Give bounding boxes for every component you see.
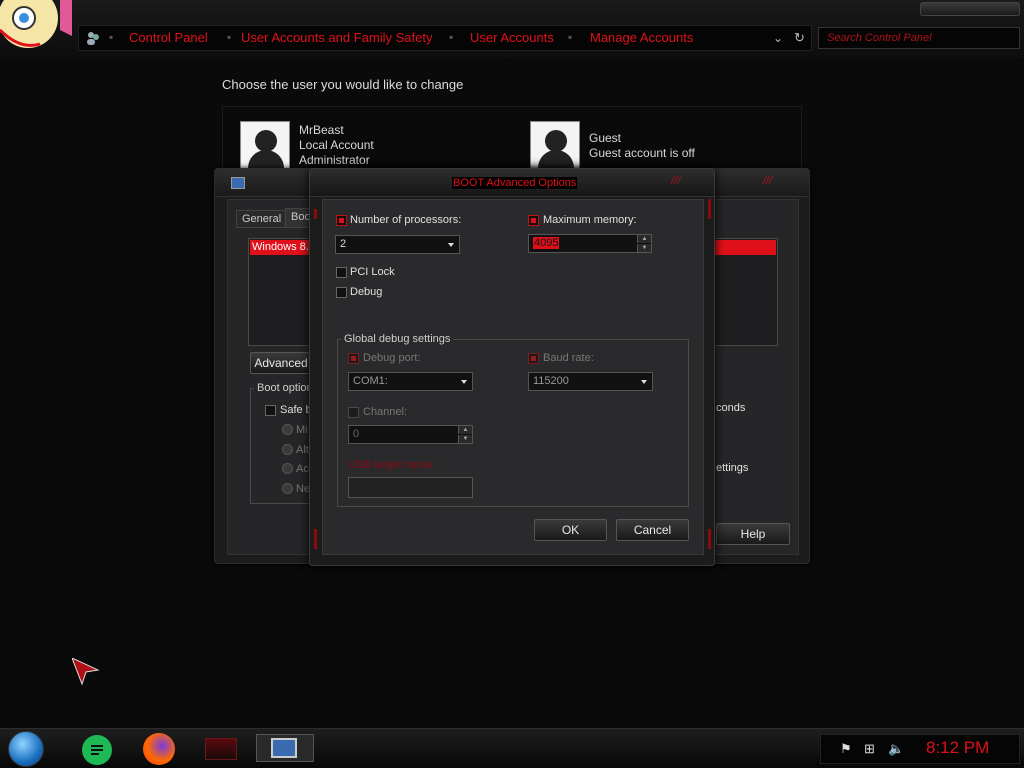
account-guest[interactable]: Guest Guest account is off [589, 131, 695, 161]
network-icon[interactable]: ⊞ [864, 741, 875, 757]
chevron-down-icon [641, 380, 647, 384]
breadcrumb-sep-icon: ▪ [109, 30, 114, 44]
help-button[interactable]: Help [716, 523, 790, 545]
chevron-down-icon[interactable]: ⌄ [773, 31, 783, 45]
channel-label: Channel: [363, 406, 408, 418]
spin-up-icon[interactable]: ▲ [637, 235, 651, 243]
breadcrumb-user-accounts[interactable]: User Accounts [470, 30, 554, 45]
cartoon-avatar-icon [0, 0, 74, 58]
radio-network-label: Ne [296, 483, 311, 495]
safe-boot-label: Safe b [280, 404, 312, 416]
mouse-cursor-icon [71, 657, 100, 689]
timeout-seconds-label: conds [716, 402, 746, 414]
radio-minimal[interactable] [282, 424, 293, 435]
breadcrumb-sep-icon: ▪ [227, 30, 232, 44]
pci-lock-checkbox[interactable] [336, 267, 347, 278]
make-settings-permanent-label: ettings [716, 462, 749, 474]
msconfig-icon [231, 177, 245, 189]
radio-minimal-label: Mi [296, 424, 308, 436]
channel-checkbox[interactable] [348, 407, 359, 418]
refresh-icon[interactable]: ↻ [794, 30, 805, 46]
baud-rate-select[interactable]: 115200 [528, 372, 653, 391]
taskbar-item-msconfig[interactable] [256, 734, 314, 762]
flag-icon[interactable]: ⚑ [840, 741, 852, 757]
number-processors-value: 2 [340, 238, 347, 250]
cancel-button[interactable]: Cancel [616, 519, 689, 541]
taskbar-clock[interactable]: 8:12 PM [926, 738, 989, 758]
global-debug-label: Global debug settings [341, 333, 454, 345]
guest-avatar-icon[interactable] [530, 121, 580, 171]
radio-alternate-label: Alt [296, 444, 309, 456]
channel-value: 0 [353, 428, 360, 440]
window-controls[interactable] [920, 2, 1020, 16]
debug-port-select[interactable]: COM1: [348, 372, 473, 391]
account-mrbeast[interactable]: MrBeast Local Account Administrator [299, 123, 374, 168]
red-app-icon[interactable] [205, 738, 237, 760]
debug-port-label: Debug port: [363, 352, 421, 364]
debug-port-checkbox[interactable] [348, 353, 359, 364]
frame-accent [708, 529, 711, 549]
dialog-titlebar: BOOT Advanced Options /// [310, 169, 714, 197]
max-memory-checkbox[interactable] [528, 215, 539, 226]
close-decor-icon[interactable]: /// [670, 175, 681, 187]
tab-general[interactable]: General [236, 210, 288, 228]
spin-down-icon[interactable]: ▼ [458, 435, 472, 443]
number-processors-label: Number of processors: [350, 214, 462, 226]
frame-accent [708, 199, 711, 219]
frame-accent [314, 209, 317, 219]
search-input[interactable]: Search Control Panel [818, 27, 1020, 49]
dialog-title: BOOT Advanced Options [452, 177, 578, 189]
max-memory-label: Maximum memory: [543, 214, 637, 226]
channel-spinner[interactable]: 0 ▲ ▼ [348, 425, 473, 444]
number-processors-select[interactable]: 2 [335, 235, 460, 254]
pci-lock-label: PCI Lock [350, 266, 395, 278]
baud-rate-checkbox[interactable] [528, 353, 539, 364]
safe-boot-checkbox[interactable] [265, 405, 276, 416]
account-name: MrBeast [299, 123, 344, 137]
account-role: Administrator [299, 153, 370, 167]
debug-checkbox[interactable] [336, 287, 347, 298]
breadcrumb-user-accounts-family[interactable]: User Accounts and Family Safety [241, 30, 432, 45]
radio-alternate[interactable] [282, 444, 293, 455]
chevron-down-icon [448, 243, 454, 247]
breadcrumb-manage-accounts[interactable]: Manage Accounts [590, 30, 693, 45]
account-status: Guest account is off [589, 146, 695, 160]
frame-accent [314, 529, 317, 549]
address-bar[interactable]: ▪ Control Panel ▪ User Accounts and Fami… [78, 25, 812, 51]
breadcrumb-sep-icon: ▪ [568, 30, 573, 44]
baud-rate-value: 115200 [533, 375, 569, 387]
users-icon [85, 30, 101, 49]
usb-target-label: USB target name: [348, 459, 436, 471]
close-decor-icon[interactable]: /// [763, 175, 772, 187]
number-processors-checkbox[interactable] [336, 215, 347, 226]
breadcrumb-control-panel[interactable]: Control Panel [129, 30, 208, 45]
max-memory-value: 4095 [533, 237, 560, 249]
start-orb-icon[interactable] [8, 731, 44, 767]
spin-up-icon[interactable]: ▲ [458, 426, 472, 434]
account-type: Local Account [299, 138, 374, 152]
volume-icon[interactable]: 🔈 [888, 741, 904, 757]
notes-app-icon[interactable] [82, 735, 112, 765]
baud-rate-label: Baud rate: [543, 352, 594, 364]
spin-down-icon[interactable]: ▼ [637, 244, 651, 252]
firefox-icon[interactable] [143, 733, 175, 765]
radio-active-directory-label: Ac [296, 463, 309, 475]
debug-label: Debug [350, 286, 383, 298]
chevron-down-icon [461, 380, 467, 384]
boot-options-label: Boot option [254, 382, 316, 394]
max-memory-spinner[interactable]: 4095 ▲ ▼ [528, 234, 652, 253]
radio-network[interactable] [282, 483, 293, 494]
user-avatar-icon[interactable] [240, 121, 290, 171]
advanced-options-button[interactable]: Advanced [250, 352, 312, 374]
msconfig-icon [271, 738, 297, 758]
radio-active-directory[interactable] [282, 463, 293, 474]
debug-port-value: COM1: [353, 375, 388, 387]
page-heading: Choose the user you would like to change [222, 77, 464, 92]
ok-button[interactable]: OK [534, 519, 607, 541]
usb-target-input[interactable] [348, 477, 473, 498]
breadcrumb-sep-icon: ▪ [449, 30, 454, 44]
account-name: Guest [589, 131, 622, 145]
